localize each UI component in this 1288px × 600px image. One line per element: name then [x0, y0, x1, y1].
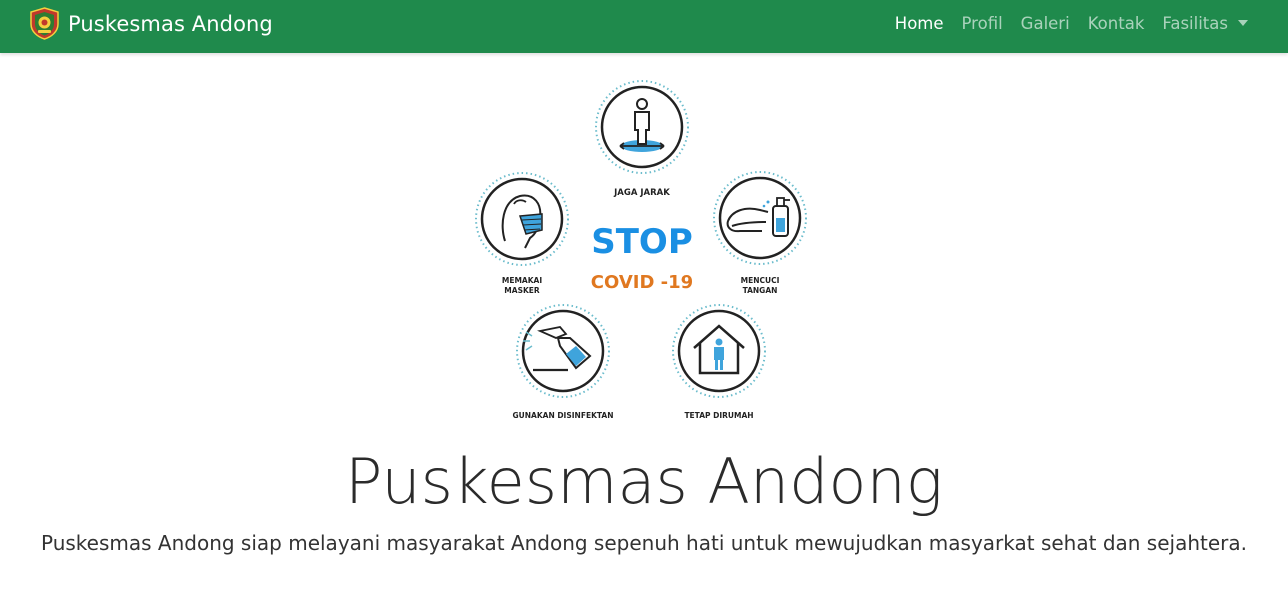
covid-prevention-graphic: JAGA JARAK MEMAKAI MASKER MENCUCI TANGAN… [475, 80, 807, 420]
nav-link-fasilitas-dropdown[interactable]: Fasilitas [1162, 14, 1248, 33]
item-label-jaga-jarak: JAGA JARAK [613, 188, 670, 198]
stay-home-icon [672, 304, 766, 398]
regency-emblem-icon [30, 7, 59, 40]
covid-subheadline: COVID -19 [591, 272, 693, 293]
item-label-mencuci-tangan-1: MENCUCI [741, 276, 780, 285]
item-label-gunakan-disinfektan: GUNAKAN DISINFEKTAN [513, 411, 614, 420]
nav-link-kontak[interactable]: Kontak [1088, 14, 1145, 33]
navbar-brand[interactable]: Puskesmas Andong [28, 7, 273, 40]
stop-headline: STOP [591, 222, 693, 262]
disinfectant-spray-icon [516, 304, 610, 398]
nav-link-galeri[interactable]: Galeri [1021, 14, 1070, 33]
item-label-memakai-masker-2: MASKER [504, 286, 540, 295]
page-title: Puskesmas Andong [345, 445, 943, 518]
caret-down-icon [1238, 19, 1248, 26]
nav-link-home[interactable]: Home [895, 14, 944, 33]
navbar: Puskesmas Andong Home Profil Galeri Kont… [0, 0, 1288, 53]
item-label-mencuci-tangan-2: TANGAN [743, 286, 778, 295]
nav-link-fasilitas-label: Fasilitas [1162, 13, 1228, 33]
item-label-memakai-masker-1: MEMAKAI [502, 276, 542, 285]
lead-text: Puskesmas Andong siap melayani masyaraka… [41, 531, 1247, 555]
hand-wash-icon [713, 171, 807, 265]
nav-menu: Home Profil Galeri Kontak Fasilitas [877, 0, 1248, 46]
nav-link-profil[interactable]: Profil [962, 14, 1003, 33]
person-distance-icon [595, 80, 689, 174]
item-label-tetap-dirumah: TETAP DIRUMAH [684, 411, 753, 420]
face-mask-icon [475, 172, 569, 266]
brand-name: Puskesmas Andong [68, 11, 273, 36]
